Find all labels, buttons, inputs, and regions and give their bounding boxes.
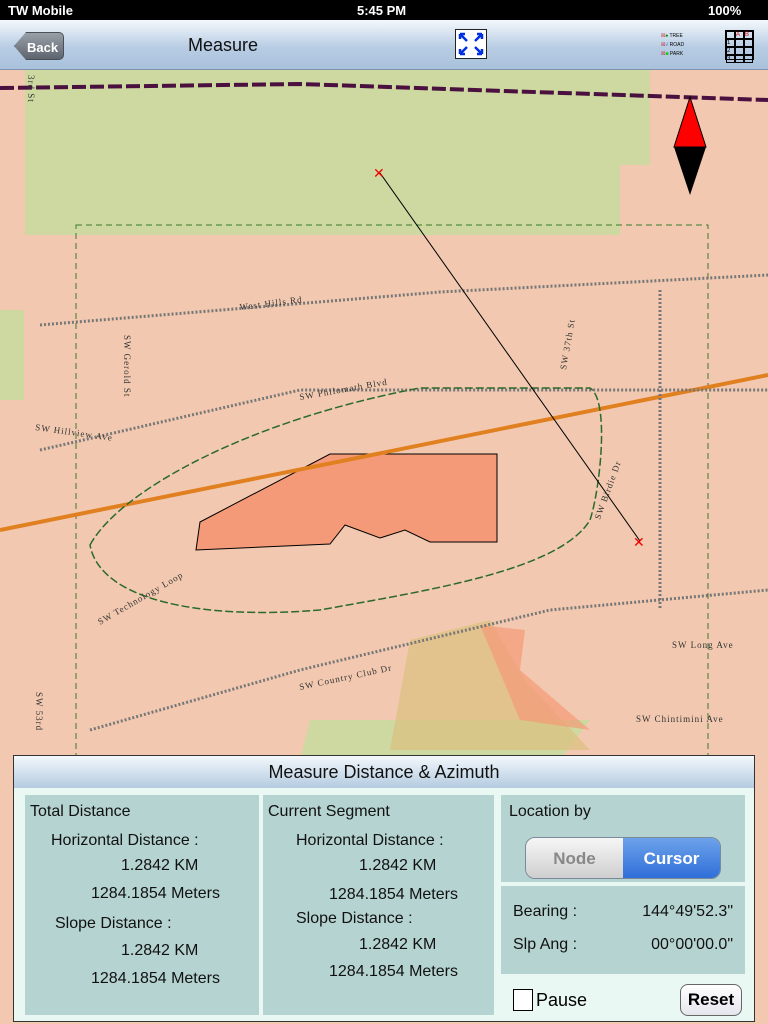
grid-row: 1 [726, 39, 735, 47]
legend-road: ROAD [669, 42, 685, 48]
reset-button[interactable]: Reset [680, 984, 742, 1016]
location-segmented-control: Node Cursor [525, 837, 721, 879]
grid-row: 2 [726, 47, 735, 55]
clock: 5:45 PM [357, 3, 407, 18]
node-option[interactable]: Node [526, 838, 623, 878]
s-m: 1284.1854 Meters [91, 970, 220, 987]
fullscreen-icon[interactable] [455, 29, 487, 59]
h-label: Horizontal Distance : [51, 832, 199, 849]
h-m: 1284.1854 Meters [329, 886, 458, 903]
h-m: 1284.1854 Meters [91, 885, 220, 902]
s-label: Slope Distance : [296, 910, 413, 927]
s-label: Slope Distance : [55, 915, 172, 932]
panel-title: Measure Distance & Azimuth [14, 756, 754, 788]
pause-label: Pause [536, 989, 588, 1010]
s-km: 1.2842 KM [121, 942, 199, 959]
battery: 100% [708, 3, 742, 18]
total-distance-box: Total Distance Horizontal Distance : 1.2… [25, 795, 259, 1015]
grid-col: A [735, 31, 744, 39]
location-heading: Location by [509, 803, 591, 820]
page-title: Measure [188, 35, 259, 55]
measure-panel: Measure Distance & Azimuth Total Distanc… [13, 755, 755, 1022]
back-button[interactable]: Back [14, 32, 64, 60]
grid-row: 3 [726, 55, 735, 63]
current-segment-box: Current Segment Horizontal Distance : 1.… [263, 795, 494, 1015]
slope-angle-value: 00°00'00.0" [651, 936, 733, 953]
pause-toggle[interactable]: Pause [513, 989, 587, 1011]
location-box: Location by Node Cursor [501, 795, 745, 882]
s-km: 1.2842 KM [359, 936, 437, 953]
cursor-marker: ✕ [633, 534, 645, 550]
total-heading: Total Distance [30, 803, 131, 820]
street-label: SW Long Ave [672, 640, 734, 650]
legend-tree: TREE [669, 33, 683, 39]
layer-legend-button[interactable]: ☒♠ TREE ☒√ ROAD ☒■ PARK [661, 32, 684, 59]
bearing-value: 144°49'52.3" [642, 903, 733, 920]
bearing-label: Bearing : [513, 903, 578, 920]
h-km: 1.2842 KM [121, 857, 199, 874]
nav-bar: Back Measure ☒♠ TREE ☒√ ROAD ☒■ PARK AB … [0, 20, 768, 70]
street-label: SW 53rd [34, 692, 44, 731]
h-label: Horizontal Distance : [296, 832, 444, 849]
legend-park: PARK [669, 51, 684, 57]
status-bar: TW Mobile 5:45 PM 100% [0, 0, 768, 20]
segment-heading: Current Segment [268, 803, 390, 820]
cursor-option[interactable]: Cursor [623, 838, 720, 878]
carrier: TW Mobile [8, 3, 73, 18]
table-icon[interactable]: AB 1 2 3 [725, 30, 754, 63]
street-label: SW Gerold St [122, 335, 132, 397]
street-label: SW Chintimini Ave [636, 714, 724, 724]
park-area [25, 70, 650, 235]
h-km: 1.2842 KM [359, 857, 437, 874]
s-m: 1284.1854 Meters [329, 963, 458, 980]
street-label: 3rd St [26, 75, 36, 103]
slope-angle-label: Slp Ang : [513, 936, 578, 953]
bearing-box: Bearing : 144°49'52.3" Slp Ang : 00°00'0… [501, 886, 745, 974]
pause-checkbox[interactable] [513, 989, 533, 1011]
grid-col: B [744, 31, 753, 39]
start-marker: ✕ [373, 165, 385, 181]
